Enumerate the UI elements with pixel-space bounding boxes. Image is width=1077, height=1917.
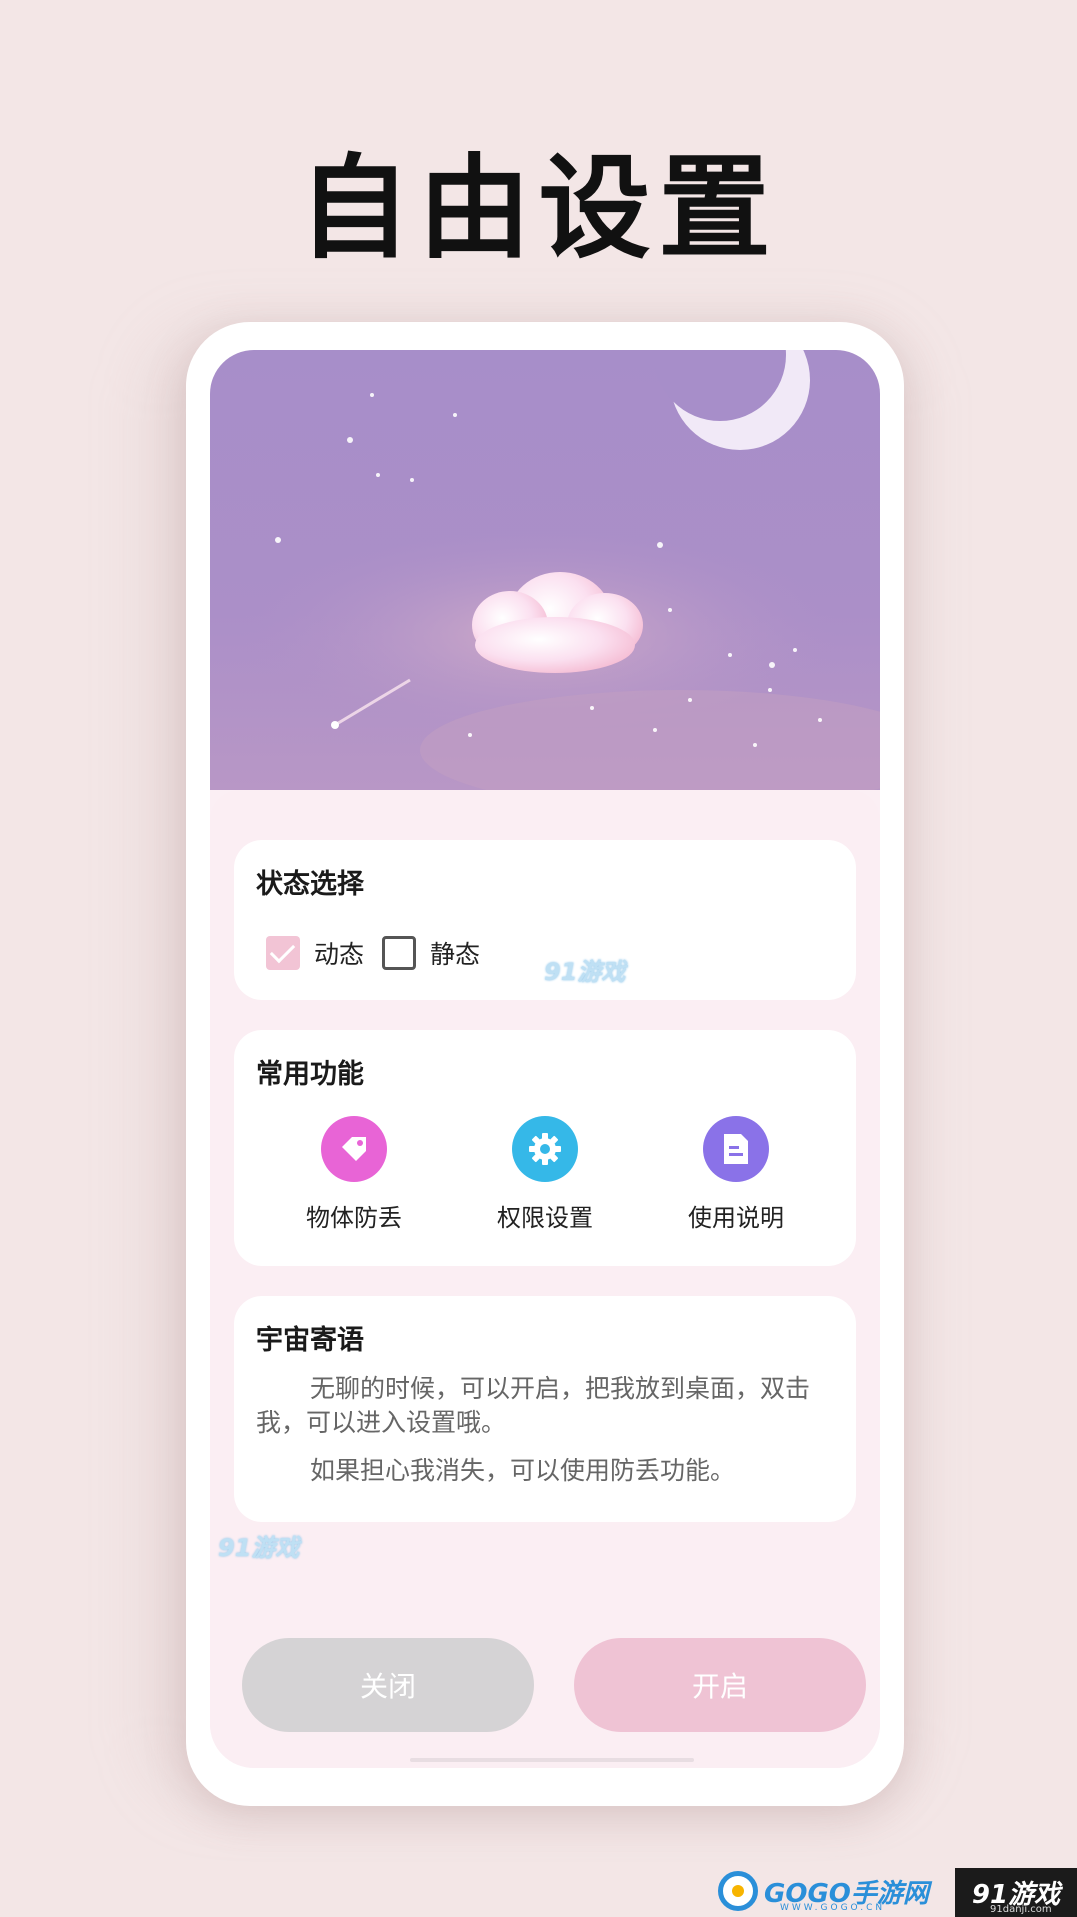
message-card-title: 宇宙寄语 bbox=[256, 1325, 364, 1356]
promo-title: 自由设置 bbox=[298, 144, 779, 274]
message-card: 宇宙寄语 无聊的时候，可以开启，把我放到桌面，双击我，可以进入设置哦。 如果担心… bbox=[234, 1296, 856, 1522]
settings-panel: 状态选择 动态 静态 常用功能 物体防丢 权限设置 使用说明 宇宙寄语 无聊的时… bbox=[210, 790, 880, 1768]
document-icon bbox=[703, 1116, 769, 1182]
phone-frame: 状态选择 动态 静态 常用功能 物体防丢 权限设置 使用说明 宇宙寄语 无聊的时… bbox=[186, 322, 904, 1806]
night-sky-illustration bbox=[240, 350, 880, 790]
watermark: 91游戏 bbox=[218, 1534, 300, 1562]
permission-settings-label: 权限设置 bbox=[497, 1204, 593, 1232]
status-options: 动态 静态 bbox=[266, 935, 498, 971]
instructions-button[interactable]: 使用说明 bbox=[646, 1116, 826, 1233]
open-button[interactable]: 开启 bbox=[574, 1638, 866, 1732]
footer-brand-right-sub: 91danji.com bbox=[990, 1904, 1052, 1915]
status-card-title: 状态选择 bbox=[256, 869, 364, 900]
dynamic-label[interactable]: 动态 bbox=[314, 935, 364, 971]
message-text-1: 无聊的时候，可以开启，把我放到桌面，双击我，可以进入设置哦。 bbox=[256, 1374, 811, 1437]
functions-card-title: 常用功能 bbox=[256, 1059, 364, 1090]
watermark: 91游戏 bbox=[544, 958, 626, 986]
app-screen: 状态选择 动态 静态 常用功能 物体防丢 权限设置 使用说明 宇宙寄语 无聊的时… bbox=[210, 350, 880, 1768]
close-button[interactable]: 关闭 bbox=[242, 1638, 534, 1732]
dynamic-checkbox[interactable] bbox=[266, 936, 300, 970]
footer-brand-left-sub: WWW.GOGO.CN bbox=[780, 1903, 886, 1913]
instructions-label: 使用说明 bbox=[688, 1204, 784, 1232]
static-label[interactable]: 静态 bbox=[430, 935, 480, 971]
static-checkbox[interactable] bbox=[382, 936, 417, 970]
gogo-logo-icon bbox=[718, 1871, 758, 1911]
anti-loss-button[interactable]: 物体防丢 bbox=[264, 1116, 444, 1233]
message-text-2: 如果担心我消失，可以使用防丢功能。 bbox=[310, 1456, 736, 1485]
gear-icon bbox=[512, 1116, 578, 1182]
home-indicator bbox=[410, 1758, 694, 1762]
permission-settings-button[interactable]: 权限设置 bbox=[455, 1116, 635, 1233]
functions-card: 常用功能 物体防丢 权限设置 使用说明 bbox=[234, 1030, 856, 1266]
tag-icon bbox=[321, 1116, 387, 1182]
anti-loss-label: 物体防丢 bbox=[306, 1204, 402, 1232]
hero-illustration bbox=[210, 350, 880, 790]
